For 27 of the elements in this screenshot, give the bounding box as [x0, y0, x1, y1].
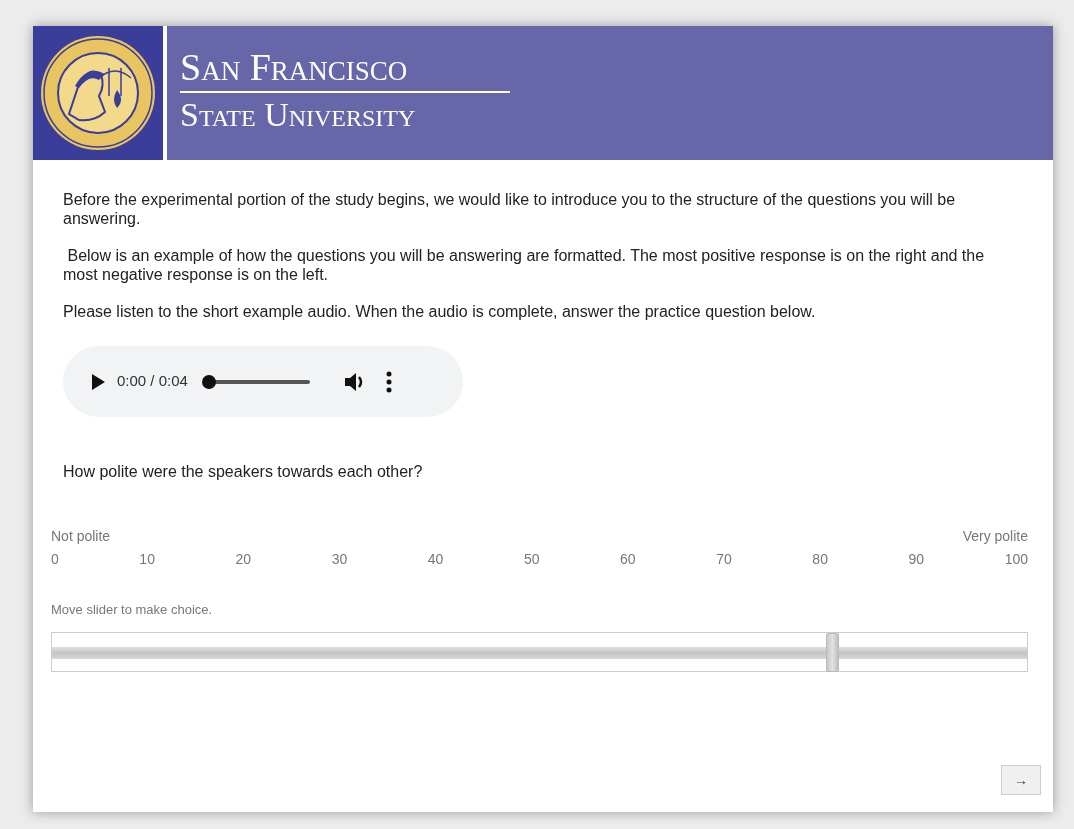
audio-time: 0:00 / 0:04	[117, 371, 188, 392]
scale-max-label: Very polite	[962, 527, 1028, 546]
audio-progress-thumb[interactable]	[201, 374, 216, 389]
scale-tick-label: 40	[427, 550, 444, 569]
scale-tick-label: 80	[812, 550, 828, 569]
banner-title: San Francisco	[180, 46, 409, 88]
intro-paragraph: Please listen to the short example audio. When the audio is complete, answer the practice question below.	[63, 302, 817, 321]
play-icon[interactable]	[91, 373, 105, 390]
intro-paragraph: Below is an example of how the questions you will be answering are formatted. The most positive response is on the right and the most negative response is on the left.	[63, 246, 986, 284]
next-button[interactable]: →	[1001, 765, 1041, 795]
slider-instruction: Move slider to make choice.	[50, 601, 214, 619]
scale-tick-label: 70	[716, 550, 732, 569]
scale-min-label: Not polite	[51, 527, 111, 546]
scale-tick-label: 0	[51, 550, 59, 569]
slider-thumb[interactable]	[826, 632, 839, 672]
scale-tick-label: 10	[139, 550, 155, 569]
scale-tick-label: 90	[908, 550, 925, 569]
scale-tick-label: 20	[235, 550, 252, 569]
scale-tick-label: 60	[620, 550, 636, 569]
scale-tick-label: 100	[1004, 550, 1028, 569]
scale-tick-label: 50	[523, 550, 540, 569]
intro-paragraph: Before the experimental portion of the study begins, we would like to introduce you to the structure of the questions you will be answering.	[63, 190, 957, 228]
more-options-icon[interactable]	[385, 370, 392, 393]
banner-subtitle: State University	[180, 96, 417, 134]
question-text: How polite were the speakers towards each other?	[63, 462, 424, 481]
scale-tick-label: 30	[331, 550, 348, 569]
university-seal-icon	[39, 34, 157, 152]
